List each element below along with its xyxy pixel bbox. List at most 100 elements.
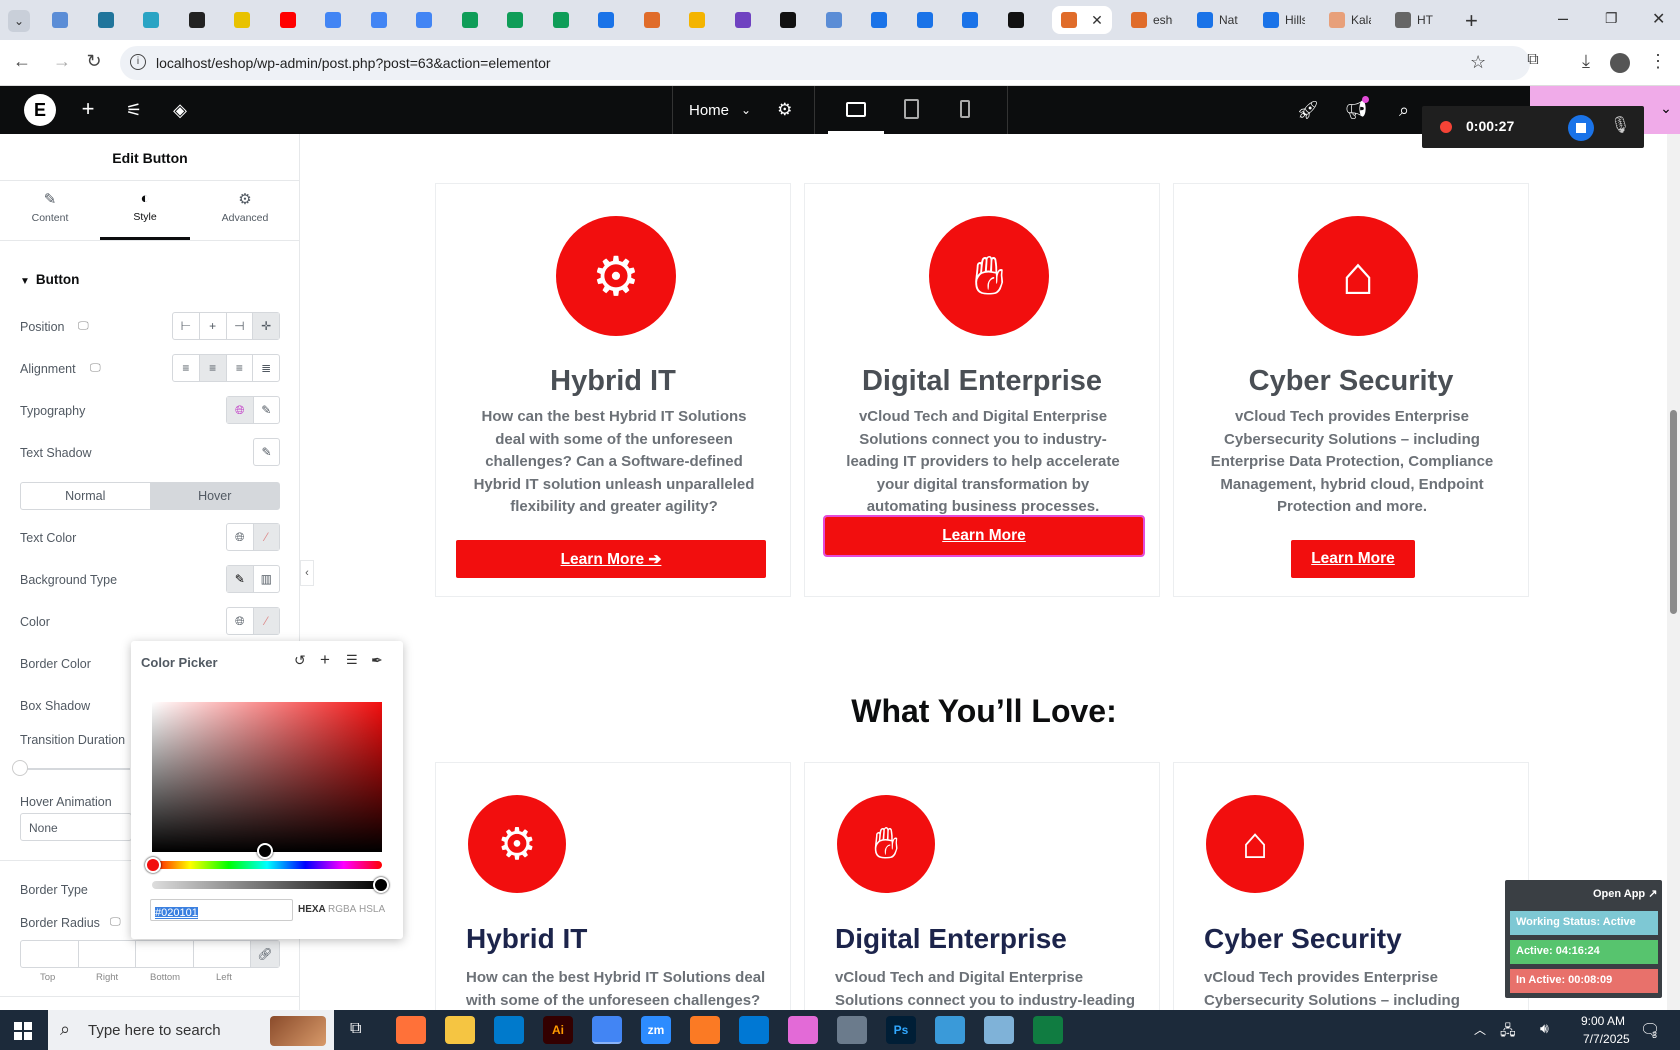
volume-icon[interactable]: 🔊︎ [1540, 1020, 1549, 1037]
browser-tab[interactable] [450, 6, 490, 34]
transition-slider-track[interactable] [20, 768, 130, 770]
browser-tab[interactable] [131, 6, 171, 34]
outlook-icon[interactable] [739, 1016, 769, 1044]
windows-start-icon[interactable] [14, 1022, 32, 1040]
task-view-icon[interactable]: ⧉ [350, 1020, 361, 1038]
firefox-icon[interactable] [396, 1016, 426, 1044]
tab-advanced[interactable]: ⚙ Advanced [195, 184, 295, 240]
browser-tab[interactable] [359, 6, 399, 34]
app-diamond-icon[interactable] [935, 1016, 965, 1044]
close-window-button[interactable]: ✕ [1652, 9, 1665, 29]
radius-right-input[interactable] [79, 941, 136, 967]
saturation-handle[interactable] [257, 843, 273, 859]
illustrator-icon[interactable]: Ai [543, 1016, 573, 1044]
responsive-desktop-icon[interactable]: 🖵︎ [90, 362, 101, 375]
browser-tab[interactable]: eshc [1122, 6, 1182, 34]
browser-tab[interactable]: Nat [1188, 6, 1248, 34]
browser-tab[interactable] [677, 6, 717, 34]
color-swatch-empty[interactable]: ⁄ [253, 608, 279, 634]
file-explorer-icon[interactable] [445, 1016, 475, 1044]
radius-bottom-input[interactable] [136, 941, 194, 967]
clock-date[interactable]: 7/7/2025 [1583, 1032, 1630, 1046]
profile-avatar[interactable] [1610, 53, 1630, 73]
pen-tool-icon[interactable] [837, 1016, 867, 1044]
page-selector[interactable]: Home ⌄ ⚙ [672, 86, 815, 134]
chrome-icon[interactable] [592, 1016, 622, 1044]
tab-style[interactable]: ◐ Style [100, 184, 190, 240]
page-settings-icon[interactable]: ⚙ [777, 100, 792, 120]
extensions-icon[interactable]: ⧉ [1521, 51, 1545, 69]
browser-tab[interactable]: Kala [1320, 6, 1380, 34]
maximize-button[interactable]: ❐ [1605, 10, 1618, 27]
mobile-icon[interactable] [960, 100, 970, 118]
position-left-button[interactable]: ⊢ [173, 313, 200, 339]
edit-text-shadow-icon[interactable]: ✎ [254, 439, 279, 465]
feature-card[interactable]: ✋︎ Digital Enterprise vCloud Tech and Di… [804, 762, 1160, 1010]
learn-more-button[interactable]: Learn More ➔ [456, 540, 766, 578]
service-card[interactable]: ⚙ Hybrid IT How can the best Hybrid IT S… [435, 183, 791, 597]
excel-icon[interactable] [1033, 1016, 1063, 1044]
browser-tab[interactable]: Hills [1254, 6, 1314, 34]
close-tab-icon[interactable]: ✕ [1091, 12, 1103, 29]
link-values-icon[interactable]: 🔗︎ [251, 941, 279, 967]
url-field[interactable]: i localhost/eshop/wp-admin/post.php?post… [120, 46, 1530, 80]
learn-more-button[interactable]: Learn More [823, 515, 1145, 557]
hover-animation-select[interactable]: None [20, 813, 132, 841]
browser-tab[interactable] [768, 6, 808, 34]
elementor-logo[interactable]: E [24, 94, 56, 126]
tablet-icon[interactable] [904, 99, 919, 119]
show-hidden-icons[interactable]: ︿ [1474, 1021, 1486, 1038]
hex-input[interactable]: #020101 [150, 899, 293, 921]
browser-tab[interactable] [313, 6, 353, 34]
app-color-icon[interactable] [788, 1016, 818, 1044]
radius-left-input[interactable] [194, 941, 251, 967]
align-justify-button[interactable]: ≣ [253, 355, 279, 381]
global-color-icon[interactable]: 🌐︎ [227, 608, 254, 634]
align-left-button[interactable]: ≡ [173, 355, 200, 381]
network-icon[interactable]: 🖧︎ [1500, 1020, 1516, 1044]
feature-card[interactable]: ⌂ Cyber Security vCloud Tech provides En… [1173, 762, 1529, 1010]
browser-tab[interactable] [40, 6, 80, 34]
clock-time[interactable]: 9:00 AM [1581, 1014, 1625, 1028]
service-card[interactable]: ✋︎ Digital Enterprise vCloud Tech and Di… [804, 183, 1160, 597]
search-icon[interactable]: ⌕ [1392, 100, 1416, 121]
hue-handle[interactable] [145, 857, 161, 873]
radius-top-input[interactable] [21, 941, 79, 967]
tab-search-button[interactable]: ⌄ [8, 10, 30, 32]
browser-tab[interactable] [177, 6, 217, 34]
browser-tab[interactable] [268, 6, 308, 34]
transition-slider-handle[interactable] [12, 760, 28, 776]
background-gradient-icon[interactable]: ▥ [254, 566, 280, 592]
download-icon[interactable]: ⤓ [1574, 51, 1598, 72]
align-right-button[interactable]: ≡ [227, 355, 254, 381]
tab-content[interactable]: ✎ Content [0, 184, 100, 240]
browser-tab[interactable] [86, 6, 126, 34]
forward-icon[interactable]: → [50, 51, 74, 72]
service-card[interactable]: ⌂ Cyber Security vCloud Tech provides En… [1173, 183, 1529, 597]
tab-active[interactable]: ✕ [1052, 6, 1112, 34]
photoshop-icon[interactable]: Ps [886, 1016, 916, 1044]
browser-tab[interactable] [586, 6, 626, 34]
mic-muted-icon[interactable]: 🎙︎ [1610, 115, 1630, 135]
desktop-icon[interactable] [846, 102, 866, 117]
learn-more-button[interactable]: Learn More [1291, 540, 1415, 578]
notifications-icon[interactable]: 🗨︎ [1640, 1020, 1660, 1040]
browser-tab[interactable] [404, 6, 444, 34]
back-icon[interactable]: ← [10, 51, 34, 72]
taskbar-search-box[interactable]: ⌕ Type here to search [48, 1010, 334, 1050]
zoom-icon[interactable]: zm [641, 1016, 671, 1044]
responsive-desktop-icon[interactable]: 🖵︎ [110, 916, 121, 929]
open-app-link[interactable]: Open App ↗ [1593, 887, 1657, 900]
position-center-button[interactable]: + [200, 313, 227, 339]
menu-dots-icon[interactable]: ⋮ [1646, 51, 1670, 72]
state-normal-tab[interactable]: Normal [21, 483, 151, 509]
position-right-button[interactable]: ⊣ [227, 313, 254, 339]
app-notepad-icon[interactable] [984, 1016, 1014, 1044]
publish-options-button[interactable]: ⌄ [1652, 86, 1680, 134]
browser-tab[interactable] [905, 6, 945, 34]
edit-typography-icon[interactable]: ✎ [254, 397, 280, 423]
browser-tab[interactable] [541, 6, 581, 34]
state-hover-tab[interactable]: Hover [150, 483, 279, 509]
xampp-icon[interactable] [690, 1016, 720, 1044]
add-element-icon[interactable]: + [76, 96, 100, 122]
